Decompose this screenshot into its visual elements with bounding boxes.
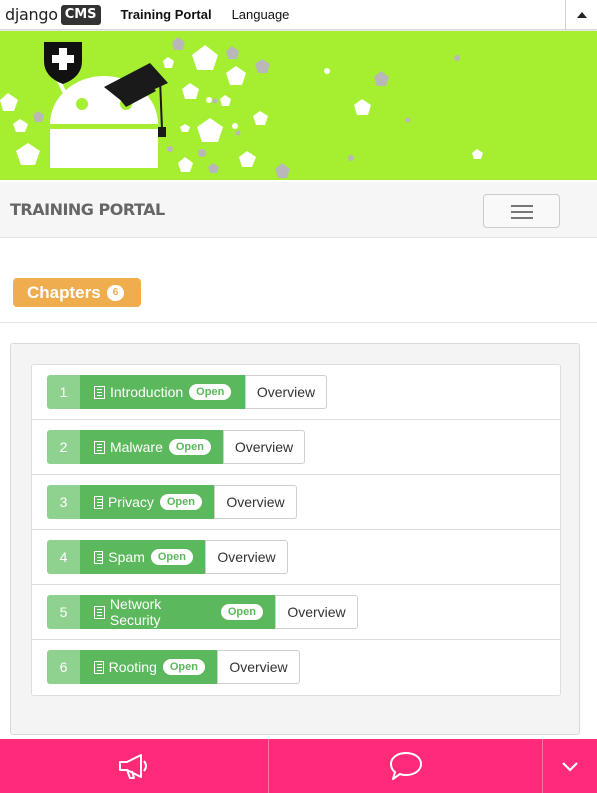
overview-button[interactable]: Overview	[214, 485, 297, 519]
status-badge: Open	[189, 384, 232, 400]
site-brand[interactable]: TRAINING PORTAL	[10, 200, 165, 219]
chapter-link-privacy[interactable]: Privacy Open	[80, 485, 214, 519]
chapters-count-badge: 6	[106, 284, 125, 301]
site-navbar: TRAINING PORTAL	[0, 182, 597, 238]
document-icon	[94, 660, 104, 674]
megaphone-icon	[119, 754, 147, 779]
chapter-row: 1 Introduction Open Overview	[32, 365, 560, 420]
logo-badge: CMS	[60, 4, 101, 25]
django-cms-logo[interactable]: django CMS	[5, 4, 101, 25]
chapter-link-introduction[interactable]: Introduction Open	[80, 375, 245, 409]
chapter-link-spam[interactable]: Spam Open	[80, 540, 205, 574]
menu-training-portal[interactable]: Training Portal	[121, 7, 212, 22]
bottom-action-bar	[0, 739, 597, 793]
chapter-list: 1 Introduction Open Overview 2 Malware O…	[31, 364, 561, 696]
announcements-button[interactable]	[0, 739, 268, 793]
logo-text: django	[5, 5, 58, 24]
chapter-number: 6	[47, 650, 80, 684]
caret-up-icon	[576, 12, 587, 18]
toolbar-collapse-button[interactable]	[565, 0, 597, 30]
collapse-bar-button[interactable]	[543, 739, 597, 793]
overview-button[interactable]: Overview	[223, 430, 305, 464]
chapters-label: Chapters	[27, 282, 101, 302]
document-icon	[94, 495, 103, 509]
status-badge: Open	[159, 494, 202, 510]
chat-button[interactable]	[269, 739, 542, 793]
chapter-number: 1	[47, 375, 80, 409]
overview-button[interactable]: Overview	[217, 650, 300, 684]
overview-button[interactable]: Overview	[205, 540, 288, 574]
chapter-row: 4 Spam Open Overview	[32, 530, 560, 585]
overview-button[interactable]: Overview	[245, 375, 327, 409]
document-icon	[94, 550, 104, 564]
chat-bubble-icon	[389, 752, 422, 780]
navbar-toggle-button[interactable]	[483, 194, 560, 228]
chapter-link-malware[interactable]: Malware Open	[80, 430, 223, 464]
chapter-row: 5 Network Security Open Overview	[32, 585, 560, 640]
chevron-down-icon	[562, 762, 578, 772]
document-icon	[94, 605, 105, 619]
document-icon	[94, 440, 105, 454]
chapter-title: Introduction	[110, 384, 184, 400]
overview-button[interactable]: Overview	[275, 595, 358, 629]
chapters-panel: 1 Introduction Open Overview 2 Malware O…	[10, 343, 580, 735]
chapters-header: Chapters 6	[0, 238, 597, 323]
chapter-number: 2	[47, 430, 80, 464]
status-badge: Open	[150, 549, 193, 565]
chapter-number: 3	[47, 485, 80, 519]
chapter-row: 2 Malware Open Overview	[32, 420, 560, 475]
chapter-row: 6 Rooting Open Overview	[32, 640, 560, 695]
status-badge: Open	[168, 439, 211, 455]
chapter-title: Malware	[109, 439, 163, 455]
status-badge: Open	[162, 659, 205, 675]
chapter-title: Network Security	[109, 596, 162, 628]
chapter-title: Privacy	[107, 494, 154, 510]
cms-toolbar: django CMS Training Portal Language	[0, 0, 597, 30]
menu-language[interactable]: Language	[232, 7, 290, 22]
document-icon	[94, 385, 105, 399]
chapter-row: 3 Privacy Open Overview	[32, 475, 560, 530]
chapter-number: 4	[47, 540, 80, 574]
chapter-link-network-security[interactable]: Network Security Open	[80, 595, 275, 629]
chapters-button[interactable]: Chapters 6	[13, 278, 141, 307]
status-badge: Open	[220, 604, 263, 620]
cms-menu: Training Portal Language	[121, 7, 310, 22]
chapter-number: 5	[47, 595, 80, 629]
banner-illustration	[0, 37, 483, 178]
banner	[0, 31, 597, 180]
chapter-link-rooting[interactable]: Rooting Open	[80, 650, 217, 684]
chapter-title: Spam	[108, 549, 145, 565]
chapter-title: Rooting	[108, 659, 157, 675]
